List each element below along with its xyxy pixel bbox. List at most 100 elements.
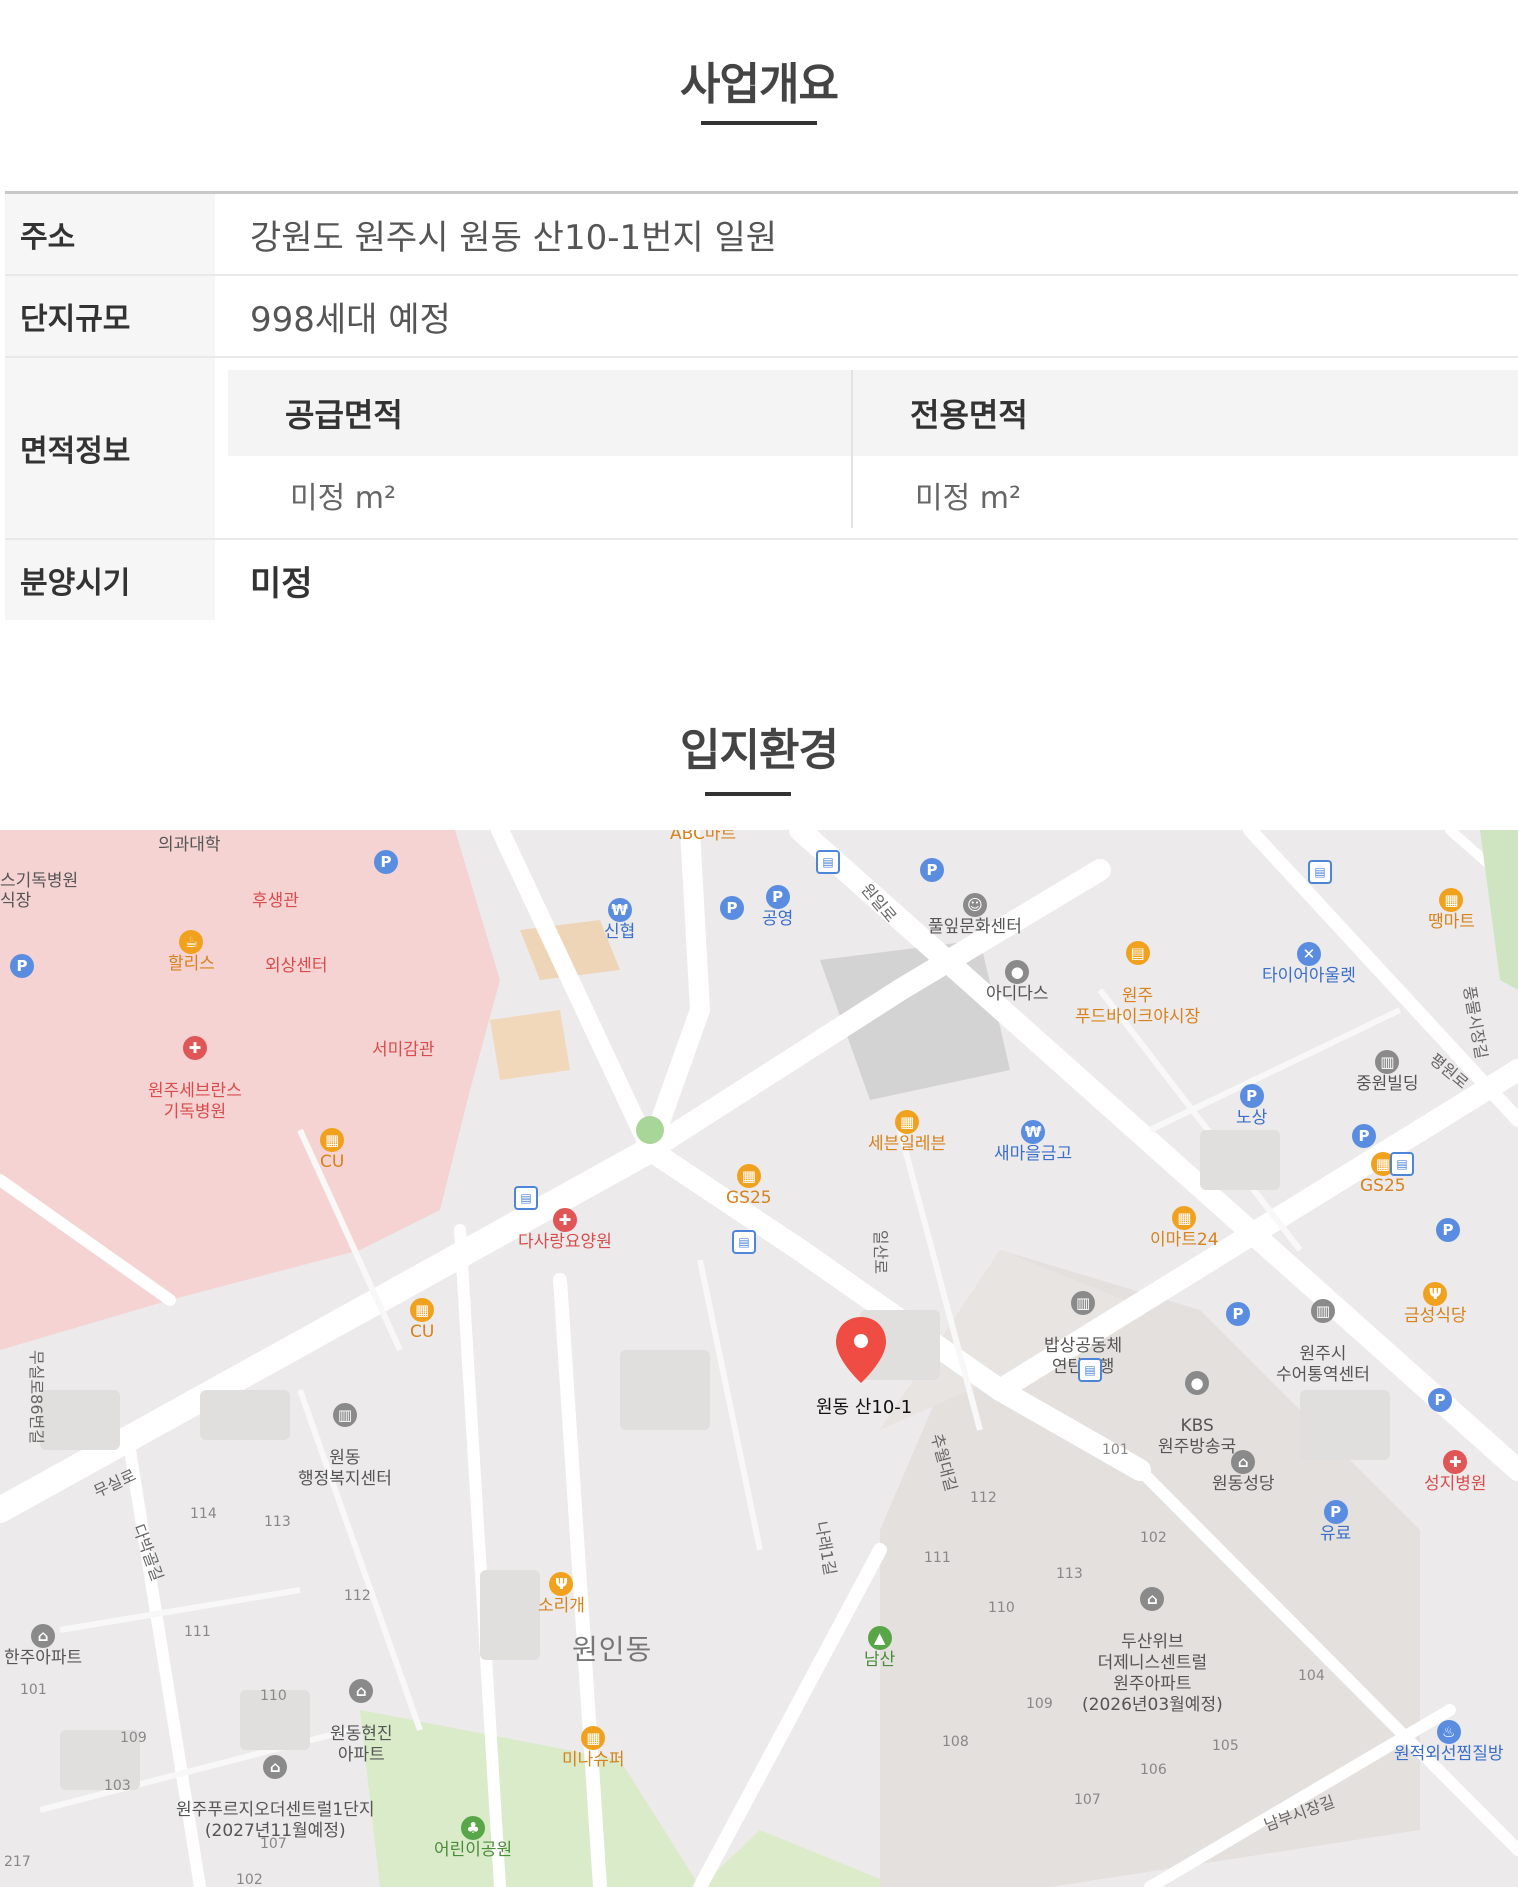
building-number: 113: [264, 1514, 291, 1530]
bus-stop-icon[interactable]: ▤: [1390, 1152, 1414, 1176]
building-number: 112: [970, 1490, 997, 1506]
poi-saemaeul[interactable]: ₩ 새마을금고: [994, 1120, 1072, 1165]
poi-prugio-label: 원주푸르지오더센트럴1단지 (2027년11월예정): [176, 1800, 375, 1841]
parking-icon[interactable]: P: [1436, 1218, 1460, 1242]
poi-sinhyeop[interactable]: ₩ 신협: [604, 898, 635, 943]
poi-adidas[interactable]: ● 아디다스: [986, 960, 1049, 1005]
poi-dasarang[interactable]: ✚ 다사랑요양원: [518, 1208, 612, 1253]
parking-icon[interactable]: P: [10, 954, 34, 978]
poi-severance-top[interactable]: 스기독병원: [0, 871, 78, 892]
poi-doosan-label: 두산위브 더제니스센트럴 원주아파트 (2026년03월예정): [1082, 1632, 1223, 1715]
poi-husaenggwan[interactable]: 후생관: [252, 891, 299, 912]
poi-children-park[interactable]: ♣ 어린이공원: [434, 1816, 512, 1861]
store-icon: ▦: [895, 1110, 920, 1134]
poi-jungwon[interactable]: ▥ 중원빌딩: [1356, 1050, 1419, 1095]
supply-area-label: 공급면적: [285, 396, 403, 434]
building-number: 102: [236, 1872, 263, 1887]
overview-title-underline: [701, 121, 817, 125]
poi-emart-label: 이마트24: [1150, 1230, 1219, 1250]
poi-hallis[interactable]: ☕ 할리스: [168, 930, 215, 975]
poi-geumseong[interactable]: Ψ 금성식당: [1404, 1282, 1467, 1327]
location-map[interactable]: 의과대학 스기독병원 식장 후생관 ☕ 할리스 외상센터 ✚ 원주세브란스 기독…: [0, 830, 1518, 1887]
poi-minashu[interactable]: ▦ 미나슈퍼: [562, 1726, 625, 1771]
poi-seven[interactable]: ▦ 세븐일레븐: [868, 1110, 946, 1155]
poi-dasarang-label: 다사랑요양원: [518, 1232, 612, 1252]
poi-food-market[interactable]: ▤ 원주 푸드바이크야시장: [1075, 920, 1200, 1028]
road-musilro86: 무실로86번길: [27, 1350, 46, 1444]
poi-hanju[interactable]: ⌂ 한주아파트: [4, 1624, 82, 1669]
poi-severance-hospital[interactable]: ✚ 원주세브란스 기독병원: [148, 1015, 242, 1123]
bus-stop-icon[interactable]: ▤: [514, 1186, 538, 1210]
poi-cu-2[interactable]: ▦ CU: [410, 1298, 434, 1343]
bus-stop-icon[interactable]: ▤: [816, 850, 840, 874]
building-number: 109: [1026, 1696, 1053, 1712]
poi-semigam[interactable]: 서미감관: [372, 1040, 435, 1061]
location-marker-icon[interactable]: [833, 1315, 889, 1385]
building-number: 114: [190, 1506, 217, 1522]
scale-value: 998세대 예정: [250, 299, 451, 340]
poi-hanju-label: 한주아파트: [4, 1648, 83, 1668]
supply-area-header: 공급면적: [228, 370, 851, 456]
poi-cu-1[interactable]: ▦ CU: [320, 1128, 344, 1173]
parking-icon[interactable]: P: [920, 858, 944, 882]
poi-prugio[interactable]: ⌂ 원주푸르지오더센트럴1단지 (2027년11월예정): [176, 1734, 375, 1842]
poi-abc[interactable]: ABC마트: [670, 830, 736, 845]
parking-icon[interactable]: P: [374, 850, 398, 874]
poi-gs25-a[interactable]: ▦ GS25: [726, 1164, 772, 1209]
poi-oesang[interactable]: 외상센터: [265, 956, 328, 977]
parking-icon[interactable]: P: [1352, 1124, 1376, 1148]
sale-value: 미정: [250, 563, 313, 604]
poi-ttaemart[interactable]: ▦ 땡마트: [1428, 888, 1475, 933]
poi-pulip[interactable]: ☺ 풀잎문화센터: [928, 893, 1022, 938]
cafe-icon: ☕: [179, 930, 204, 954]
poi-seongji[interactable]: ✚ 성지병원: [1424, 1450, 1487, 1495]
building-number: 217: [4, 1854, 31, 1870]
mart-icon: ▦: [1439, 888, 1464, 912]
poi-kbs[interactable]: ● KBS 원주방송국: [1158, 1350, 1236, 1458]
overview-title: 사업개요: [680, 59, 839, 110]
park-icon: ♣: [461, 1816, 486, 1840]
poi-jjimjil-label: 원적외선찜질방: [1394, 1744, 1504, 1764]
poi-wondong-church[interactable]: ⌂ 원동성당: [1212, 1450, 1275, 1495]
building-number: 111: [924, 1550, 951, 1566]
poi-namsan[interactable]: ▲ 남산: [864, 1626, 895, 1671]
scale-label: 단지규모: [5, 276, 215, 356]
poi-tire[interactable]: ✕ 타이어아울렛: [1262, 942, 1356, 987]
poi-sejong[interactable]: 의과대학: [158, 835, 221, 856]
poi-jjimjil[interactable]: ♨ 원적외선찜질방: [1394, 1720, 1503, 1765]
building-icon: ▥: [1375, 1050, 1400, 1074]
restaurant-icon: Ψ: [549, 1572, 574, 1596]
exclusive-area-value: 미정 m²: [915, 481, 1021, 516]
tools-icon: ✕: [1296, 942, 1321, 966]
building-number: 107: [1074, 1792, 1101, 1808]
poi-sikjang[interactable]: 식장: [0, 891, 31, 912]
parking-icon: P: [765, 885, 790, 909]
poi-sorigae[interactable]: Ψ 소리개: [538, 1572, 585, 1617]
building-number: 104: [1298, 1668, 1325, 1684]
building-number: 101: [1102, 1442, 1129, 1458]
poi-severance-label: 원주세브란스 기독병원: [148, 1081, 242, 1122]
parking-icon[interactable]: P: [1428, 1388, 1452, 1412]
parking-icon[interactable]: P: [720, 896, 744, 920]
poi-emart24[interactable]: ▦ 이마트24: [1150, 1206, 1219, 1251]
poi-sinhyeop-label: 신협: [604, 922, 636, 942]
area-column-divider: [851, 370, 853, 528]
poi-adidas-label: 아디다스: [986, 984, 1049, 1004]
exclusive-area-header: 전용면적: [853, 370, 1518, 456]
poi-food-label: 원주 푸드바이크야시장: [1075, 986, 1201, 1027]
sale-label: 분양시기: [5, 540, 215, 620]
poi-gongyeong[interactable]: P 공영: [762, 885, 793, 930]
bus-stop-icon[interactable]: ▤: [732, 1230, 756, 1254]
poi-nosang[interactable]: P 노상: [1236, 1084, 1267, 1129]
poi-yuryo[interactable]: P 유료: [1320, 1500, 1351, 1545]
bus-stop-icon[interactable]: ▤: [1308, 860, 1332, 884]
bank-icon: ₩: [607, 898, 632, 922]
poi-suo[interactable]: ▥ 원주시 수어통역센터: [1276, 1278, 1370, 1386]
poi-wondong-office[interactable]: ▥ 원동 행정복지센터: [298, 1382, 392, 1490]
location-title-underline: [705, 792, 791, 796]
poi-doosan[interactable]: ⌂ 두산위브 더제니스센트럴 원주아파트 (2026년03월예정): [1082, 1566, 1223, 1716]
address-value: 강원도 원주시 원동 산10-1번지 일원: [250, 217, 778, 258]
bus-stop-icon[interactable]: ▤: [1078, 1358, 1102, 1382]
parking-icon[interactable]: P: [1226, 1302, 1250, 1326]
hospital-icon: ✚: [552, 1208, 577, 1232]
